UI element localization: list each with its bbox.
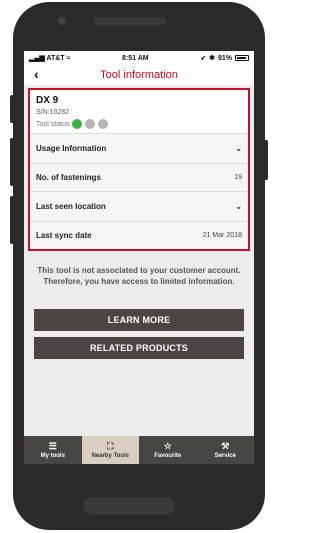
list-icon: ☰ — [48, 441, 57, 451]
app-screen: ▂▄▆ AT&T ≈ 8:51 AM ➶ ✱ 91% ‹ Tool inform… — [24, 51, 254, 464]
scan-frame-icon: ⛶ — [107, 441, 114, 451]
carrier-label: ▂▄▆ AT&T ≈ — [29, 55, 71, 62]
status-time: 8:51 AM — [122, 54, 149, 62]
status-dot-3 — [98, 119, 109, 129]
fastenings-value: 19 — [234, 174, 242, 181]
last-seen-location-label: Last seen location — [36, 202, 106, 211]
related-products-button[interactable]: RELATED PRODUCTS — [34, 337, 244, 359]
last-seen-location-row[interactable]: Last seen location ⌄ — [30, 191, 248, 221]
tool-name: DX 9 — [36, 95, 59, 106]
status-right: ➶ ✱ 91% — [200, 54, 249, 62]
signal-icon: ▂▄▆ — [29, 55, 45, 62]
tab-label: My tools — [40, 453, 65, 459]
tab-label: Favourite — [154, 453, 182, 459]
tab-my-tools[interactable]: ☰ My tools — [24, 436, 82, 464]
tool-serial: S/N:10282 — [36, 109, 70, 116]
bluetooth-icon: ✱ — [209, 55, 215, 62]
account-notice: This tool is not associated to your cust… — [37, 266, 241, 286]
battery-icon — [234, 55, 249, 61]
star-icon: ☆ — [163, 441, 172, 451]
front-camera — [58, 17, 66, 25]
usage-information-label: Usage Information — [36, 144, 107, 153]
fastenings-label: No. of fastenings — [36, 173, 101, 182]
learn-more-button[interactable]: LEARN MORE — [34, 309, 244, 331]
chevron-down-icon: ⌄ — [235, 144, 242, 153]
wrench-icon: ⚒ — [221, 441, 230, 451]
status-dot-1 — [72, 119, 83, 129]
location-icon: ➶ — [200, 55, 207, 62]
page-title: Tool information — [100, 69, 178, 81]
tab-label: Nearby Tools — [91, 453, 130, 459]
chevron-down-icon: ⌄ — [235, 202, 242, 211]
battery-percent: 91% — [217, 54, 232, 62]
tool-status: Tool status — [36, 119, 242, 129]
tab-favourite[interactable]: ☆ Favourite — [139, 436, 197, 464]
nav-bar: ‹ Tool information — [24, 65, 254, 85]
tool-info-card: DX 9 S/N:10282 Tool status Usage Informa… — [28, 88, 250, 251]
wifi-icon: ≈ — [66, 55, 71, 62]
chevron-left-icon[interactable]: ‹ — [34, 66, 39, 82]
tool-header: DX 9 S/N:10282 Tool status — [30, 90, 248, 133]
tab-label: Service — [214, 453, 236, 459]
last-sync-row: Last sync date 21 Mar 2018 — [30, 221, 248, 249]
tool-status-label: Tool status — [36, 120, 70, 128]
usage-information-row[interactable]: Usage Information ⌄ — [30, 133, 248, 163]
tab-bar: ☰ My tools ⛶ Nearby Tools ☆ Favourite ⚒ … — [24, 436, 254, 464]
status-bar: ▂▄▆ AT&T ≈ 8:51 AM ➶ ✱ 91% — [24, 51, 254, 65]
status-dot-2 — [85, 119, 96, 129]
tab-nearby-tools[interactable]: ⛶ Nearby Tools — [81, 436, 139, 464]
last-sync-value: 21 Mar 2018 — [202, 232, 242, 239]
tab-service[interactable]: ⚒ Service — [197, 436, 255, 464]
earpiece-speaker — [94, 17, 166, 25]
home-button — [83, 497, 175, 515]
fastenings-row: No. of fastenings 19 — [30, 163, 248, 191]
last-sync-label: Last sync date — [36, 231, 92, 240]
